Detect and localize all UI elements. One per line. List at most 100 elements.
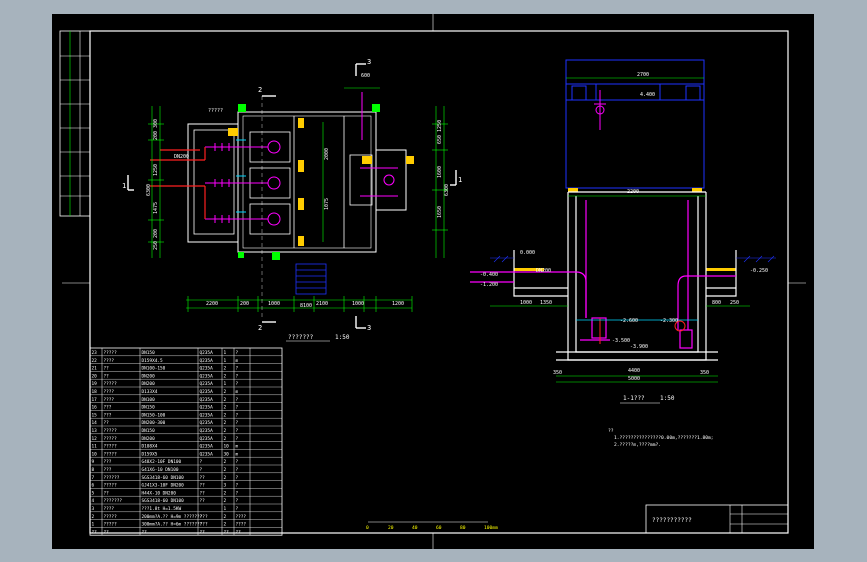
table-cell: 4: [92, 498, 95, 504]
table-cell: ??: [224, 529, 230, 535]
table-cell: Q235A: [200, 412, 214, 418]
table-cell: Q235A: [200, 358, 214, 364]
section-elev: -3.900: [630, 344, 648, 350]
table-cell: 1: [224, 358, 227, 364]
table-cell: D133X4: [142, 389, 158, 395]
plan-section-mark-1-right: 1: [458, 176, 462, 184]
table-cell: 17: [92, 397, 98, 403]
table-cell: ??: [104, 529, 110, 535]
table-cell: ???????: [104, 498, 123, 504]
section-scale: 1:50: [660, 395, 675, 402]
table-cell: ??: [92, 529, 98, 535]
plan-right-dim: 1600: [437, 166, 443, 178]
table-cell: ?????: [104, 436, 118, 442]
table-cell: ?: [236, 428, 239, 434]
section-bottom-dim: 350: [700, 370, 709, 376]
plan-left-dim: 250 200: [153, 229, 159, 250]
table-cell: SGS3418-60 DN100: [142, 498, 185, 504]
plan-bottom-dim: 1000: [352, 301, 364, 307]
section-dim-top: 2700: [637, 72, 649, 78]
table-cell: ?????: [104, 451, 118, 457]
plan-right-dim: 1650: [437, 206, 443, 218]
table-cell: 19: [92, 381, 98, 387]
section-elev: -3.500: [612, 338, 630, 344]
table-cell: 6: [92, 483, 95, 489]
table-cell: ?: [236, 459, 239, 465]
plan-scale: 1:50: [335, 334, 350, 341]
table-cell: Q235A: [200, 350, 214, 356]
table-cell: 2: [224, 405, 227, 411]
table-cell: ?????: [104, 444, 118, 450]
table-cell: ?: [236, 436, 239, 442]
table-cell: ????: [104, 506, 115, 512]
section-bottom-dim: 5000: [628, 376, 640, 382]
table-cell: ?????: [104, 428, 118, 434]
table-cell: 2: [224, 373, 227, 379]
table-cell: DN150: [142, 350, 156, 356]
table-cell: ???1.8t H=1.5KW: [142, 506, 182, 512]
table-cell: ??: [104, 366, 110, 372]
plan-bottom-dim: 2200: [206, 301, 218, 307]
table-cell: 12: [92, 436, 98, 442]
table-cell: Q235A: [200, 428, 214, 434]
table-cell: ?????: [104, 522, 118, 528]
table-cell: ?: [236, 397, 239, 403]
table-cell: ?: [236, 366, 239, 372]
table-cell: 15: [92, 412, 98, 418]
table-cell: 8: [92, 467, 95, 473]
table-cell: DN100: [142, 397, 156, 403]
table-cell: 2: [224, 412, 227, 418]
table-cell: ???: [104, 459, 112, 465]
scale-tick: 100mm: [484, 525, 498, 531]
table-cell: 2: [224, 459, 227, 465]
plan-note-dn200: DN200: [174, 154, 189, 160]
plan-section-mark-2-bottom: 2: [258, 324, 262, 332]
table-cell: ??: [104, 420, 110, 426]
table-cell: 22: [92, 358, 98, 364]
table-cell: ??: [200, 498, 206, 504]
plan-right-dim: 650 1250: [437, 120, 443, 144]
table-cell: ??: [200, 529, 206, 535]
table-cell: 2: [224, 397, 227, 403]
table-cell: ?????: [104, 350, 118, 356]
table-cell: ?: [200, 459, 203, 465]
table-cell: Q235A: [200, 381, 214, 387]
plan-section-mark-3-bottom: 3: [367, 324, 371, 332]
table-cell: ????: [236, 522, 247, 528]
table-cell: G41X6-10 DN100: [142, 467, 179, 473]
table-cell: 2: [224, 475, 227, 481]
table-cell: ??: [104, 373, 110, 379]
plan-small-label: ?????: [208, 108, 223, 114]
table-cell: 1: [92, 522, 95, 528]
plan-bottom-dim: 2100: [316, 301, 328, 307]
section-elev: -2.300: [660, 318, 678, 324]
scale-tick: 20: [388, 525, 394, 531]
plan-bottom-dim: 1200: [392, 301, 404, 307]
table-cell: ????: [104, 389, 115, 395]
table-cell: DN150-100: [142, 412, 166, 418]
table-cell: 1: [224, 506, 227, 512]
table-cell: Q235A: [200, 451, 214, 457]
section-bottom-dim: 350: [553, 370, 562, 376]
table-cell: ?: [236, 467, 239, 473]
table-cell: DN200: [142, 436, 156, 442]
section-elev: -1.200: [480, 282, 498, 288]
table-cell: m: [236, 445, 239, 450]
plan-left-dim: 1250: [153, 164, 159, 176]
table-cell: 3: [224, 483, 227, 489]
table-cell: 2: [224, 428, 227, 434]
section-side-dim: 1000: [520, 300, 532, 306]
table-cell: 2: [224, 366, 227, 372]
section-bottom-dim: 4400: [628, 368, 640, 374]
table-cell: ?: [236, 490, 239, 496]
plan-bottom-total: 8100: [300, 303, 312, 309]
table-cell: Q235A: [200, 366, 214, 372]
table-cell: 11: [92, 444, 98, 450]
table-cell: ?: [236, 350, 239, 356]
table-cell: Q235A: [200, 405, 214, 411]
table-cell: D159X4.5: [142, 358, 164, 364]
section-note: 1.???????????????0.00m,???????1.80m;: [614, 435, 714, 441]
plan-section-mark-3-top: 3: [367, 58, 371, 66]
table-cell: G48X2-10F DN100: [142, 459, 182, 465]
table-cell: SGS3418-60 DN100: [142, 475, 185, 481]
